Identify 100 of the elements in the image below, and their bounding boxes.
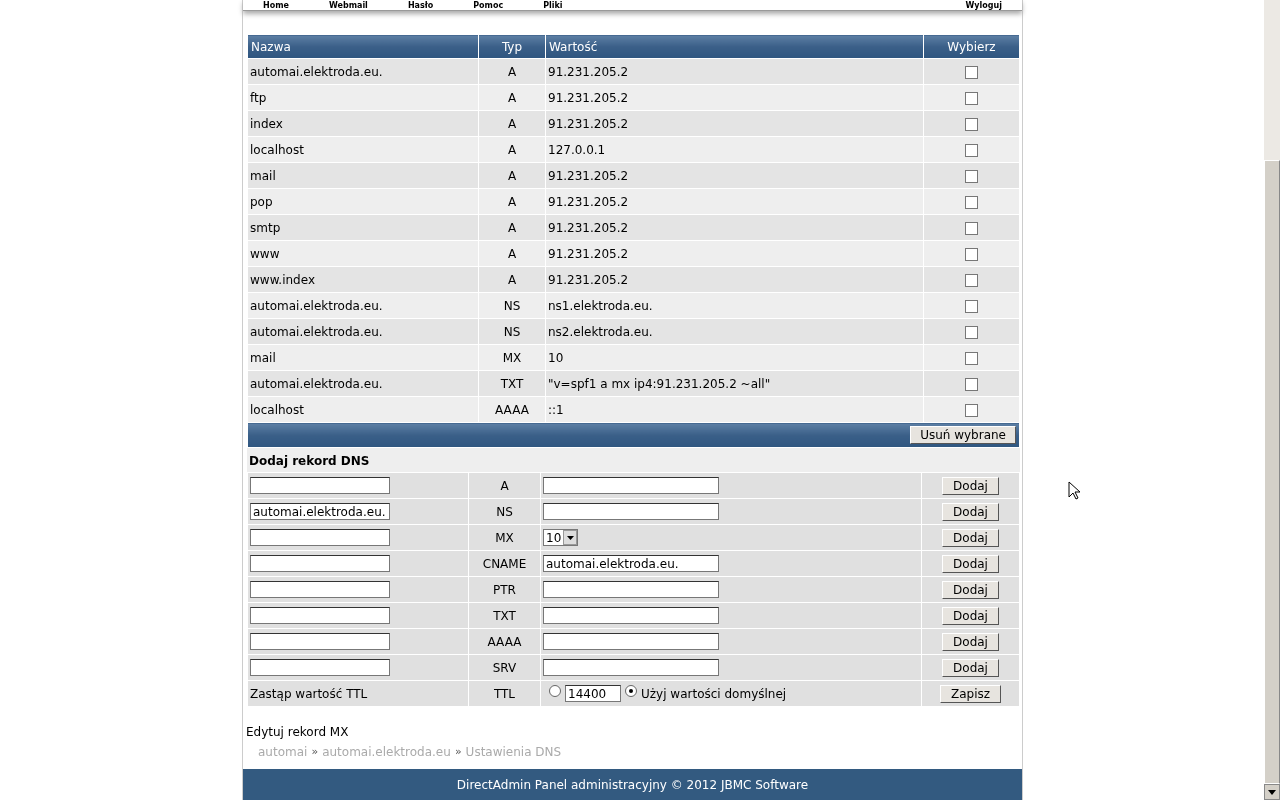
value-field[interactable] [543,607,719,624]
record-type: MX [468,524,541,551]
table-cell: 91.231.205.2 [545,162,924,189]
down-arrow-icon [1268,789,1276,795]
name-field[interactable] [250,633,390,650]
name-field[interactable] [250,607,390,624]
record-type: AAAA [468,628,541,655]
table-cell: 10 [545,344,924,371]
breadcrumb-separator: » [454,745,462,759]
record-type: A [468,472,541,499]
add-button[interactable]: Dodaj [942,528,999,547]
add-button[interactable]: Dodaj [942,476,999,495]
nav-link[interactable]: Wyloguj [965,2,1002,10]
record-type: TXT [468,602,541,629]
table-cell: ftp [247,84,479,111]
add-button[interactable]: Dodaj [942,658,999,677]
name-field[interactable] [250,529,390,546]
nav-link[interactable]: Pliki [543,2,563,10]
table-cell: ns2.elektroda.eu. [545,318,924,345]
name-field[interactable] [250,581,390,598]
table-cell: automai.elektroda.eu. [247,292,479,319]
checkbox[interactable] [965,221,978,235]
checkbox[interactable] [965,169,978,183]
column-header: Wybierz [923,34,1020,59]
table-cell: localhost [247,136,479,163]
nav-link[interactable]: Home [263,2,289,10]
table-cell: pop [247,188,479,215]
delete-selected-button[interactable]: Usuń wybrane [910,426,1016,444]
record-type: SRV [468,654,541,681]
footer-text: DirectAdmin Panel administracyjny © 2012 JBMC Software [456,777,809,792]
table-cell: automai.elektroda.eu. [247,318,479,345]
checkbox[interactable] [965,247,978,261]
value-field[interactable] [543,659,719,676]
table-cell: ::1 [545,396,924,423]
add-button[interactable]: Dodaj [942,554,999,573]
save-button[interactable]: Zapisz [939,684,1002,703]
table-cell: 127.0.0.1 [545,136,924,163]
value-field[interactable] [543,581,719,598]
table-cell: "v=spf1 a mx ip4:91.231.205.2 ~all" [545,370,924,397]
checkbox[interactable] [965,143,978,157]
radio-button[interactable] [549,684,561,697]
radio-label: Użyj wartości domyślnej [641,686,787,701]
checkbox[interactable] [965,273,978,287]
record-type: PTR [468,576,541,603]
checkbox[interactable] [965,195,978,209]
name-field[interactable]: automai.elektroda.eu. [250,503,390,520]
table-cell: 91.231.205.2 [545,266,924,293]
checkbox[interactable] [965,403,978,417]
record-type: TTL [468,680,541,707]
name-field[interactable] [250,555,390,572]
record-type: NS [468,498,541,525]
checkbox[interactable] [965,325,978,339]
name-field[interactable] [250,477,390,494]
value-field[interactable] [543,633,719,650]
table-cell: mail [247,344,479,371]
table-cell: 91.231.205.2 [545,84,924,111]
row-label: Zastąp wartość TTL [247,680,469,707]
mouse-cursor-icon [1068,481,1080,500]
nav-link[interactable]: Pomoc [473,2,504,10]
table-cell: automai.elektroda.eu. [247,370,479,397]
value-field[interactable] [543,477,719,494]
checkbox[interactable] [965,117,978,131]
table-cell: index [247,110,479,137]
record-type: CNAME [468,550,541,577]
scrollbar[interactable] [1264,0,1280,800]
add-button[interactable]: Dodaj [942,632,999,651]
checkbox[interactable] [965,377,978,391]
column-header: Nazwa [247,34,479,59]
checkbox[interactable] [965,351,978,365]
table-cell: smtp [247,214,479,241]
table-cell: 91.231.205.2 [545,188,924,215]
radio-button[interactable] [625,684,637,697]
table-cell: www [247,240,479,267]
section-title: Dodaj rekord DNS [247,448,1020,472]
add-button[interactable]: Dodaj [942,606,999,625]
table-cell: 91.231.205.2 [545,240,924,267]
name-field[interactable] [250,659,390,676]
edit-link[interactable]: Edytuj rekord MX [246,725,349,739]
table-cell: ns1.elektroda.eu. [545,292,924,319]
add-button[interactable]: Dodaj [942,502,999,521]
nav-link[interactable]: Webmail [328,2,368,10]
priority-dropdown[interactable]: 10 [543,529,579,546]
table-cell: localhost [247,396,479,423]
checkbox[interactable] [965,65,978,79]
table-cell: automai.elektroda.eu. [247,58,479,85]
table-cell: www.index [247,266,479,293]
ttl-field[interactable]: 14400 [565,685,621,702]
table-cell: 91.231.205.2 [545,214,924,241]
table-cell: 91.231.205.2 [545,58,924,85]
column-header: Wartość [545,34,924,59]
add-button[interactable]: Dodaj [942,580,999,599]
checkbox[interactable] [965,299,978,313]
breadcrumb-separator: » [311,745,319,759]
table-cell: mail [247,162,479,189]
nav-link[interactable]: Hasło [407,2,434,10]
table-cell: 91.231.205.2 [545,110,924,137]
caret-icon [566,535,574,540]
value-field[interactable]: automai.elektroda.eu. [543,555,719,572]
value-field[interactable] [543,503,719,520]
checkbox[interactable] [965,91,978,105]
